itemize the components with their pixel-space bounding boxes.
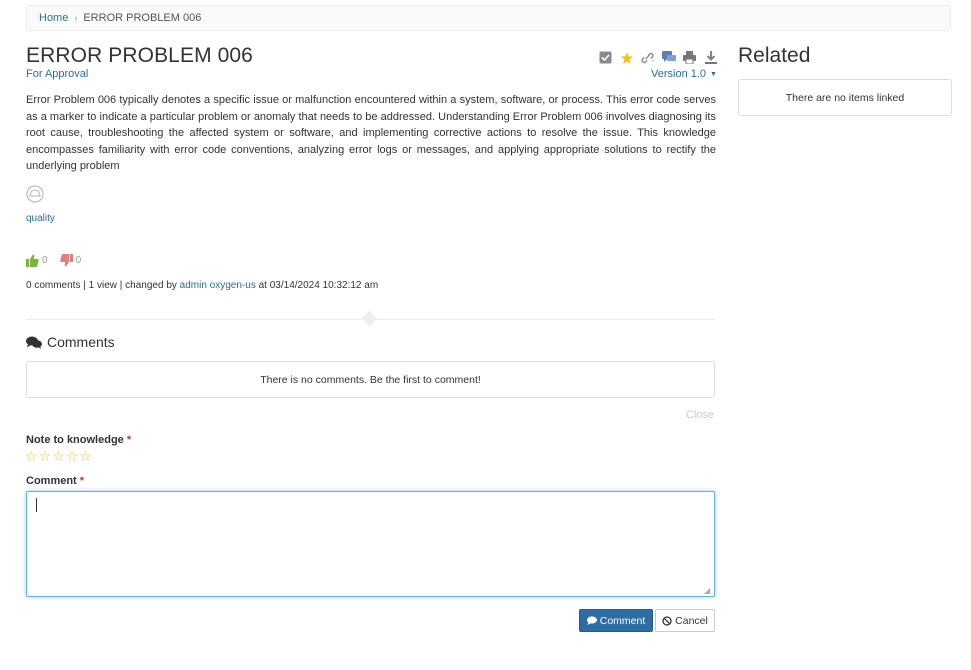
dislike-button[interactable]: 0 (59, 254, 82, 267)
incognito-icon (26, 185, 44, 206)
submit-comment-button[interactable]: Comment (579, 609, 653, 632)
status-label: For Approval (26, 68, 89, 80)
empty-comments-box: There is no comments. Be the first to co… (26, 361, 715, 398)
rating-star-3[interactable]: ☆ (52, 448, 65, 464)
meta-separator: | (119, 280, 123, 291)
required-marker: * (79, 475, 85, 487)
link-icon[interactable] (640, 50, 655, 65)
rating-star-1[interactable]: ☆ (25, 448, 38, 464)
breadcrumb-current: ERROR PROBLEM 006 (83, 12, 202, 24)
download-icon[interactable] (703, 50, 718, 65)
breadcrumb-separator: › (74, 13, 78, 23)
tag-link[interactable]: quality (26, 213, 55, 224)
article-body: Error Problem 006 typically denotes a sp… (26, 94, 716, 172)
cancel-button[interactable]: Cancel (655, 609, 715, 632)
rating-star-2[interactable]: ☆ (39, 448, 52, 464)
breadcrumb-home-link[interactable]: Home (39, 12, 68, 24)
changed-by-label: changed by (125, 280, 177, 291)
comment-label-text: Comment (26, 475, 77, 487)
note-label: Note to knowledge * (26, 434, 131, 446)
meta-separator: | (83, 280, 86, 291)
required-marker: * (126, 434, 132, 446)
comments-heading: Comments (26, 334, 115, 350)
page-title: ERROR PROBLEM 006 (26, 44, 253, 67)
text-cursor (36, 498, 37, 512)
rating-star-4[interactable]: ☆ (66, 448, 79, 464)
note-label-text: Note to knowledge (26, 434, 124, 446)
vote-bar: 0 0 (26, 254, 89, 267)
comments-heading-label: Comments (47, 334, 115, 350)
article-toolbar (598, 50, 718, 65)
comment-icon (586, 616, 597, 625)
version-label: Version 1.0 (651, 68, 707, 80)
thumbs-up-icon (26, 254, 39, 267)
article-meta: 0 comments | 1 view | changed by admin o… (26, 280, 378, 291)
chevron-down-icon: ▼ (710, 70, 717, 78)
related-empty-box: There are no items linked (738, 79, 952, 116)
cancel-label: Cancel (675, 614, 708, 627)
close-link[interactable]: Close (686, 409, 714, 421)
chat-icon[interactable] (661, 50, 676, 65)
like-count: 0 (42, 255, 48, 266)
comment-label: Comment * (26, 475, 84, 487)
divider-ornament (361, 310, 378, 327)
submit-comment-label: Comment (599, 614, 646, 627)
resize-grip-icon[interactable]: ◢ (704, 586, 710, 595)
author-link[interactable]: admin oxygen-us (180, 280, 256, 291)
changed-at: at 03/14/2024 10:32:12 am (258, 280, 379, 291)
comment-textarea[interactable] (26, 491, 715, 597)
checkbox-icon[interactable] (598, 50, 613, 65)
ban-icon (662, 615, 672, 626)
related-title: Related (738, 44, 811, 67)
like-button[interactable]: 0 (26, 254, 48, 267)
breadcrumb: Home › ERROR PROBLEM 006 (26, 5, 951, 31)
view-count: 1 view (88, 280, 117, 291)
rating-stars: ☆ ☆ ☆ ☆ ☆ (25, 448, 92, 464)
comments-icon (26, 336, 42, 349)
star-icon[interactable] (619, 50, 634, 65)
print-icon[interactable] (682, 50, 697, 65)
version-dropdown[interactable]: Version 1.0 ▼ (651, 68, 717, 80)
rating-star-5[interactable]: ☆ (79, 448, 92, 464)
comment-count: 0 comments (26, 280, 81, 291)
thumbs-down-icon (59, 254, 73, 267)
dislike-count: 0 (75, 255, 82, 266)
